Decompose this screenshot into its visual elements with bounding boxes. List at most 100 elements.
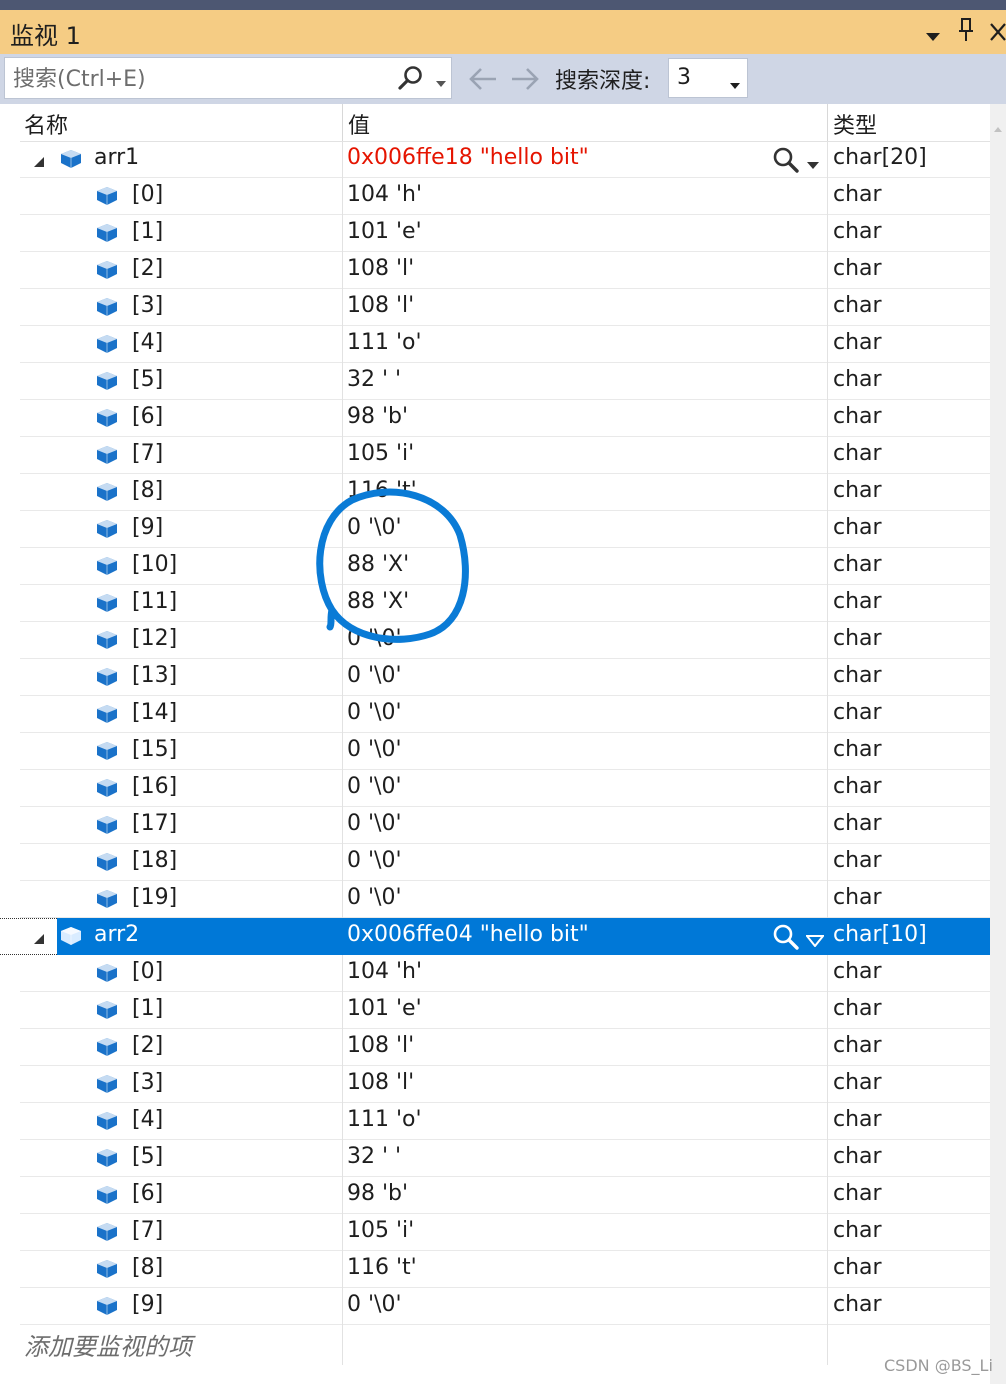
element-value[interactable]: 88 'X'	[347, 589, 409, 614]
element-value[interactable]: 0 '\0'	[347, 515, 402, 540]
visualizer-chevron-down-icon[interactable]	[806, 155, 820, 174]
array-element-row[interactable]: [6] 98 'b' char	[0, 1177, 990, 1214]
element-value[interactable]: 0 '\0'	[347, 626, 402, 651]
array-element-row[interactable]: [0] 104 'h' char	[0, 178, 990, 215]
search-depth-select[interactable]: 3	[668, 58, 748, 98]
array-element-row[interactable]: [4] 111 'o' char	[0, 1103, 990, 1140]
array-element-row[interactable]: [3] 108 'l' char	[0, 289, 990, 326]
chevron-down-icon[interactable]	[729, 75, 741, 94]
array-element-row[interactable]: [9] 0 '\0' char	[0, 1288, 990, 1325]
element-icon	[96, 223, 118, 247]
element-value[interactable]: 32 ' '	[347, 1144, 401, 1169]
element-value[interactable]: 98 'b'	[347, 404, 408, 429]
array-element-row[interactable]: [8] 116 't' char	[0, 1251, 990, 1288]
search-icon[interactable]	[397, 64, 425, 96]
column-divider	[827, 844, 828, 881]
array-element-row[interactable]: [7] 105 'i' char	[0, 1214, 990, 1251]
search-options-chevron-icon[interactable]	[435, 73, 447, 92]
element-value[interactable]: 108 'l'	[347, 293, 414, 318]
array-element-row[interactable]: [2] 108 'l' char	[0, 1029, 990, 1066]
column-divider[interactable]	[827, 104, 828, 141]
text-visualizer-magnifier-icon[interactable]	[772, 146, 800, 178]
close-icon[interactable]	[990, 22, 1006, 48]
element-icon	[96, 1222, 118, 1246]
expand-collapse-chevron-icon[interactable]	[32, 930, 46, 949]
element-value[interactable]: 116 't'	[347, 1255, 417, 1280]
array-element-row[interactable]: [8] 116 't' char	[0, 474, 990, 511]
element-value[interactable]: 98 'b'	[347, 1181, 408, 1206]
array-element-row[interactable]: [12] 0 '\0' char	[0, 622, 990, 659]
text-visualizer-magnifier-icon[interactable]	[772, 923, 800, 955]
element-value[interactable]: 0 '\0'	[347, 700, 402, 725]
element-value[interactable]: 108 'l'	[347, 1033, 414, 1058]
array-element-row[interactable]: [5] 32 ' ' char	[0, 363, 990, 400]
element-value[interactable]: 0 '\0'	[347, 663, 402, 688]
element-value[interactable]: 105 'i'	[347, 1218, 414, 1243]
element-value[interactable]: 0 '\0'	[347, 885, 402, 910]
watch-row-arr1[interactable]: arr1 0x006ffe18 "hello bit" char[20]	[0, 141, 990, 178]
window-dropdown-icon[interactable]	[925, 24, 941, 49]
element-value[interactable]: 0 '\0'	[347, 774, 402, 799]
array-element-row[interactable]: [1] 101 'e' char	[0, 215, 990, 252]
array-element-row[interactable]: [7] 105 'i' char	[0, 437, 990, 474]
array-element-row[interactable]: [1] 101 'e' char	[0, 992, 990, 1029]
array-element-row[interactable]: [6] 98 'b' char	[0, 400, 990, 437]
back-arrow-icon[interactable]	[468, 66, 498, 96]
array-element-row[interactable]: [2] 108 'l' char	[0, 252, 990, 289]
array-element-row[interactable]: [14] 0 '\0' char	[0, 696, 990, 733]
element-value[interactable]: 0 '\0'	[347, 811, 402, 836]
column-divider[interactable]	[342, 104, 343, 141]
expand-collapse-chevron-icon[interactable]	[32, 153, 46, 172]
column-divider	[827, 1103, 828, 1140]
element-value[interactable]: 108 'l'	[347, 256, 414, 281]
pin-icon[interactable]	[958, 18, 974, 48]
element-value[interactable]: 88 'X'	[347, 552, 409, 577]
array-element-row[interactable]: [13] 0 '\0' char	[0, 659, 990, 696]
array-element-row[interactable]: [19] 0 '\0' char	[0, 881, 990, 918]
search-input[interactable]	[5, 58, 395, 100]
scroll-up-arrow-icon[interactable]	[993, 118, 1003, 137]
column-header-type[interactable]: 类型	[833, 108, 877, 140]
vertical-scrollbar[interactable]	[990, 104, 1006, 1384]
element-value[interactable]: 104 'h'	[347, 182, 422, 207]
element-index: [5]	[132, 1144, 164, 1169]
element-type: char	[833, 478, 882, 503]
element-value[interactable]: 116 't'	[347, 478, 417, 503]
array-element-row[interactable]: [18] 0 '\0' char	[0, 844, 990, 881]
array-element-row[interactable]: [11] 88 'X' char	[0, 585, 990, 622]
array-element-row[interactable]: [17] 0 '\0' char	[0, 807, 990, 844]
element-value[interactable]: 111 'o'	[347, 1107, 422, 1132]
element-value[interactable]: 111 'o'	[347, 330, 422, 355]
column-divider	[342, 178, 343, 215]
element-value[interactable]: 105 'i'	[347, 441, 414, 466]
array-element-row[interactable]: [10] 88 'X' char	[0, 548, 990, 585]
array-element-row[interactable]: [3] 108 'l' char	[0, 1066, 990, 1103]
variable-value[interactable]: 0x006ffe18 "hello bit"	[347, 145, 589, 170]
element-value[interactable]: 0 '\0'	[347, 737, 402, 762]
array-element-row[interactable]: [0] 104 'h' char	[0, 955, 990, 992]
element-value[interactable]: 104 'h'	[347, 959, 422, 984]
watch-row-arr2[interactable]: arr2 0x006ffe04 "hello bit" char[10]	[0, 918, 990, 955]
column-header-value[interactable]: 值	[348, 108, 370, 140]
column-header-name[interactable]: 名称	[24, 108, 68, 140]
element-value[interactable]: 0 '\0'	[347, 848, 402, 873]
element-value[interactable]: 32 ' '	[347, 367, 401, 392]
visualizer-chevron-down-icon[interactable]	[804, 932, 826, 951]
element-value[interactable]: 101 'e'	[347, 219, 422, 244]
add-watch-placeholder[interactable]: 添加要监视的项	[24, 1327, 192, 1362]
array-element-row[interactable]: [5] 32 ' ' char	[0, 1140, 990, 1177]
element-index: [2]	[132, 1033, 164, 1058]
array-element-row[interactable]: [9] 0 '\0' char	[0, 511, 990, 548]
element-value[interactable]: 0 '\0'	[347, 1292, 402, 1317]
forward-arrow-icon[interactable]	[510, 66, 540, 96]
element-value[interactable]: 108 'l'	[347, 1070, 414, 1095]
element-value[interactable]: 101 'e'	[347, 996, 422, 1021]
array-element-row[interactable]: [16] 0 '\0' char	[0, 770, 990, 807]
element-index: [8]	[132, 478, 164, 503]
array-element-row[interactable]: [4] 111 'o' char	[0, 326, 990, 363]
variable-value[interactable]: 0x006ffe04 "hello bit"	[347, 922, 589, 947]
column-divider	[827, 437, 828, 474]
search-box[interactable]	[4, 57, 452, 100]
array-element-row[interactable]: [15] 0 '\0' char	[0, 733, 990, 770]
add-watch-row[interactable]: 添加要监视的项	[0, 1325, 990, 1365]
